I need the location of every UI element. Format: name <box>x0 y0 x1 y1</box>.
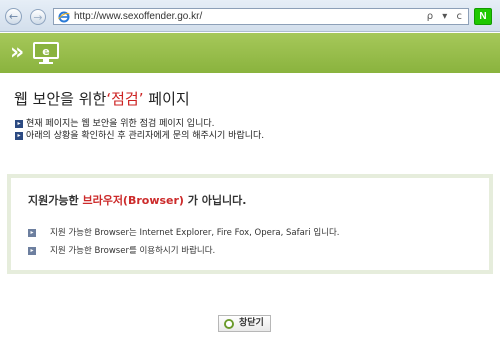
intro-text: 현재 페이지는 웹 보안을 위한 점검 페이지 입니다. <box>26 119 215 129</box>
header-banner: » e <box>0 33 500 73</box>
intro-line: ▸ 아래의 상황을 확인하신 후 관리자에게 문의 해주시기 바랍니다. <box>14 130 494 142</box>
notice-title-suffix: 가 아닙니다. <box>187 194 247 207</box>
forward-button[interactable]: → <box>30 9 46 25</box>
notice-item: ▸ 지원 가능한 Browser를 이용하시기 바랍니다. <box>28 244 215 258</box>
notice-item-text: 지원 가능한 Browser는 Internet Explorer, Fire … <box>50 228 340 238</box>
monitor-e-icon: e <box>33 42 59 64</box>
bullet-arrow-icon: ▸ <box>15 132 23 140</box>
back-button[interactable]: ← <box>5 8 22 25</box>
notice-box: 지원가능한 브라우저(Browser) 가 아닙니다. ▸ 지원 가능한 Bro… <box>7 174 493 274</box>
page-title-prefix: 웹 보안을 위한 <box>14 90 107 108</box>
page: ← → http://www.sexoffender.go.kr/ ρ ▾ c … <box>0 0 500 351</box>
double-chevron-icon: » <box>10 40 25 65</box>
close-window-label: 창닫기 <box>239 318 264 328</box>
close-window-button[interactable]: ● 창닫기 <box>218 315 271 332</box>
notice-item: ▸ 지원 가능한 Browser는 Internet Explorer, Fir… <box>28 226 340 240</box>
page-title-highlight: ‘점검’ <box>106 90 144 108</box>
notice-title-highlight: 브라우저(Browser) <box>82 194 184 207</box>
intro-line: ▸ 현재 페이지는 웹 보안을 위한 점검 페이지 입니다. <box>14 118 494 130</box>
address-bar[interactable]: http://www.sexoffender.go.kr/ ρ ▾ c <box>53 8 469 25</box>
forward-arrow-icon: → <box>33 11 43 24</box>
page-title-suffix: 페이지 <box>148 90 190 108</box>
back-arrow-icon: ← <box>8 10 19 23</box>
intro-list: ▸ 현재 페이지는 웹 보안을 위한 점검 페이지 입니다. ▸ 아래의 상황을… <box>14 118 494 142</box>
bullet-arrow-icon: ▸ <box>28 247 36 255</box>
search-refresh-icon[interactable]: ρ ▾ c <box>427 10 465 24</box>
bullet-arrow-icon: ▸ <box>15 120 23 128</box>
svg-text:e: e <box>42 45 49 58</box>
notice-item-text: 지원 가능한 Browser를 이용하시기 바랍니다. <box>50 246 216 256</box>
notice-title-prefix: 지원가능한 <box>28 194 79 207</box>
url-text: http://www.sexoffender.go.kr/ <box>74 11 203 22</box>
bullet-arrow-icon: ▸ <box>28 229 36 237</box>
notice-title: 지원가능한 브라우저(Browser) 가 아닙니다. <box>28 192 246 208</box>
internet-explorer-icon <box>58 11 70 23</box>
close-circle-icon: ● <box>224 319 234 329</box>
browser-toolbar: ← → http://www.sexoffender.go.kr/ ρ ▾ c … <box>0 0 500 32</box>
intro-text: 아래의 상황을 확인하신 후 관리자에게 문의 해주시기 바랍니다. <box>26 131 265 141</box>
naver-toolbar-button[interactable]: N <box>474 8 492 25</box>
page-title: 웹 보안을 위한‘점검’ 페이지 <box>14 88 190 109</box>
